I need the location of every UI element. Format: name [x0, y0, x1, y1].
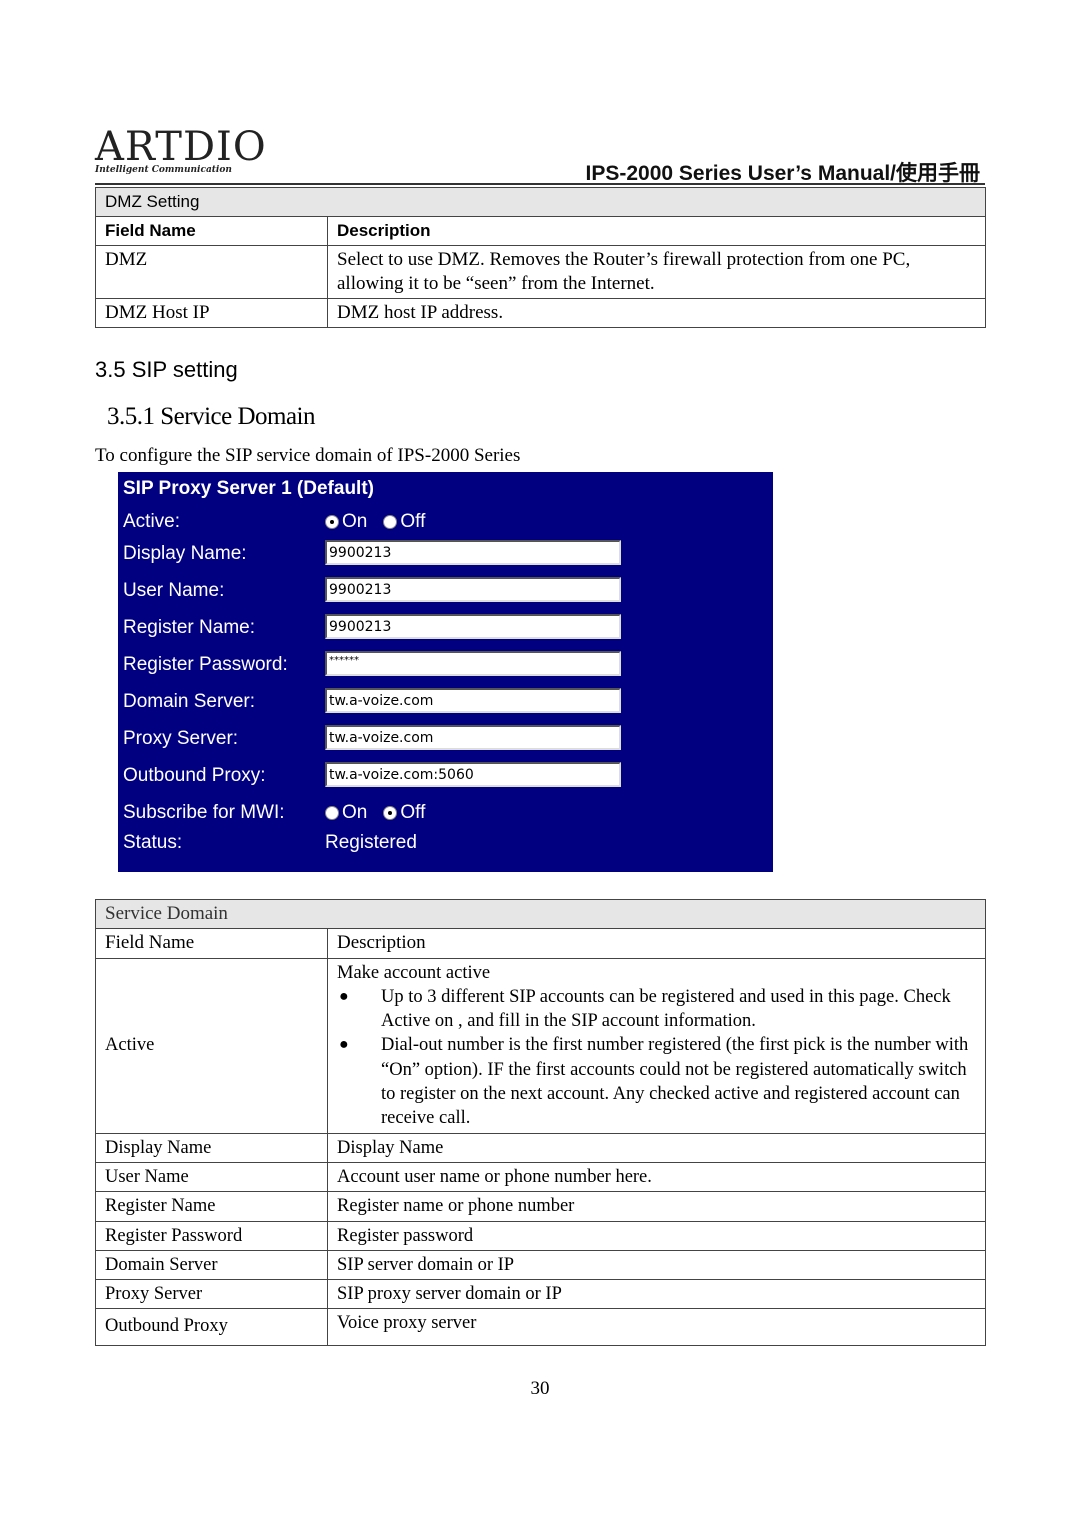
description-cell: Select to use DMZ. Removes the Router’s … [327, 245, 986, 299]
table-row: DMZ Host IP DMZ host IP address. [95, 298, 986, 328]
active-on-radio[interactable] [325, 515, 339, 529]
bullet-item: ● Dial-out number is the first number re… [337, 1033, 976, 1130]
description-cell: SIP proxy server domain or IP [327, 1279, 986, 1310]
bullet-text: Dial-out number is the first number regi… [381, 1035, 969, 1129]
proxy-server-label: Proxy Server: [123, 728, 239, 749]
description-cell: DMZ host IP address. [327, 298, 986, 328]
description-intro: Make account active [337, 962, 491, 983]
column-header-description: Description [327, 216, 986, 246]
domain-server-input[interactable]: tw.a-voize.com [325, 688, 621, 713]
dmz-setting-table: DMZ Setting Field Name Description DMZ S… [95, 187, 986, 328]
field-name-cell: Proxy Server [95, 1279, 328, 1310]
table-row: User Name Account user name or phone num… [95, 1161, 986, 1193]
sip-panel-title: SIP Proxy Server 1 (Default) [123, 478, 374, 499]
table-caption: Service Domain [95, 898, 986, 930]
active-on-label: On [342, 511, 368, 532]
table-row: Outbound Proxy Voice proxy server [95, 1308, 986, 1346]
field-name-cell: DMZ [95, 245, 328, 299]
proxy-server-row: Proxy Server: tw.a-voize.com [123, 725, 763, 755]
display-name-label: Display Name: [123, 543, 247, 564]
description-cell: Account user name or phone number here. [327, 1161, 986, 1193]
bullet-icon: ● [339, 1036, 349, 1054]
mwi-label: Subscribe for MWI: [123, 802, 285, 823]
logo-wordmark: ARTDIO [95, 124, 267, 170]
user-name-row: User Name: 9900213 [123, 577, 763, 607]
description-cell: Display Name [327, 1132, 986, 1163]
table-row: Register Name Register name or phone num… [95, 1191, 986, 1222]
description-cell: Register password [327, 1220, 986, 1251]
field-name-cell: Register Name [95, 1191, 328, 1222]
table-row: Display Name Display Name [95, 1132, 986, 1163]
status-value: Registered [325, 832, 417, 853]
field-name-cell: Register Password [95, 1220, 328, 1251]
register-password-row: Register Password: ****** [123, 651, 763, 681]
register-password-label: Register Password: [123, 654, 288, 675]
table-row: Register Password Register password [95, 1220, 986, 1251]
description-cell: Voice proxy server [327, 1308, 986, 1346]
table-row: Domain Server SIP server domain or IP [95, 1249, 986, 1281]
user-name-label: User Name: [123, 580, 225, 601]
field-name-cell: Active [95, 957, 328, 1134]
table-row: DMZ Select to use DMZ. Removes the Route… [95, 245, 986, 299]
active-label: Active: [123, 511, 181, 532]
header-divider [95, 183, 985, 185]
outbound-proxy-input[interactable]: tw.a-voize.com:5060 [325, 762, 621, 787]
section-heading: 3.5 SIP setting [95, 357, 238, 382]
register-name-input[interactable]: 9900213 [325, 614, 621, 639]
mwi-off-radio[interactable] [383, 806, 398, 820]
active-row: Active: On Off [123, 508, 763, 538]
bullet-item: ● Up to 3 different SIP accounts can be … [337, 985, 976, 1034]
mwi-on-radio[interactable] [325, 806, 339, 820]
domain-server-label: Domain Server: [123, 691, 255, 712]
proxy-server-input[interactable]: tw.a-voize.com [325, 725, 621, 750]
bullet-text: Up to 3 different SIP accounts can be re… [381, 986, 951, 1032]
field-name-cell: Outbound Proxy [95, 1308, 328, 1346]
description-cell: Register name or phone number [327, 1191, 986, 1222]
register-password-input[interactable]: ****** [325, 651, 621, 676]
field-name-cell: DMZ Host IP [95, 298, 328, 328]
bullet-icon: ● [339, 987, 349, 1005]
table-row: Proxy Server SIP proxy server domain or … [95, 1279, 986, 1310]
status-row: Status: Registered [123, 829, 763, 859]
column-header-field-name: Field Name [95, 216, 328, 246]
register-name-row: Register Name: 9900213 [123, 614, 763, 644]
active-radio-group: On Off [325, 511, 441, 533]
active-off-label: Off [400, 511, 426, 532]
column-header-field-name: Field Name [95, 928, 328, 959]
table-row: Active Make account active ● Up to 3 dif… [95, 957, 986, 1134]
mwi-off-label: Off [400, 802, 426, 823]
mwi-row: Subscribe for MWI: On Off [123, 799, 763, 829]
page-number: 30 [530, 1378, 550, 1399]
status-label: Status: [123, 832, 183, 853]
register-name-label: Register Name: [123, 617, 255, 638]
service-domain-table: Service Domain Field Name Description Ac… [95, 898, 986, 1346]
mwi-on-label: On [342, 802, 368, 823]
active-off-radio[interactable] [383, 515, 398, 529]
description-cell: Make account active ● Up to 3 different … [327, 957, 986, 1134]
field-name-cell: Domain Server [95, 1249, 328, 1281]
display-name-input[interactable]: 9900213 [325, 540, 621, 565]
user-name-input[interactable]: 9900213 [325, 577, 621, 602]
outbound-proxy-label: Outbound Proxy: [123, 765, 266, 786]
field-name-cell: Display Name [95, 1132, 328, 1163]
mwi-radio-group: On Off [325, 802, 441, 824]
subsection-heading: 3.5.1 Service Domain [107, 403, 316, 430]
sip-proxy-server-panel: SIP Proxy Server 1 (Default) Active: On … [118, 472, 773, 872]
description-cell: SIP server domain or IP [327, 1249, 986, 1281]
column-header-description: Description [327, 928, 986, 959]
intro-paragraph: To configure the SIP service domain of I… [95, 445, 521, 466]
domain-server-row: Domain Server: tw.a-voize.com [123, 688, 763, 718]
artdio-logo: ARTDIO Intelligent Communication [95, 127, 267, 175]
outbound-proxy-row: Outbound Proxy: tw.a-voize.com:5060 [123, 762, 763, 792]
display-name-row: Display Name: 9900213 [123, 540, 763, 570]
field-name-cell: User Name [95, 1161, 328, 1193]
table-caption: DMZ Setting [95, 187, 986, 217]
